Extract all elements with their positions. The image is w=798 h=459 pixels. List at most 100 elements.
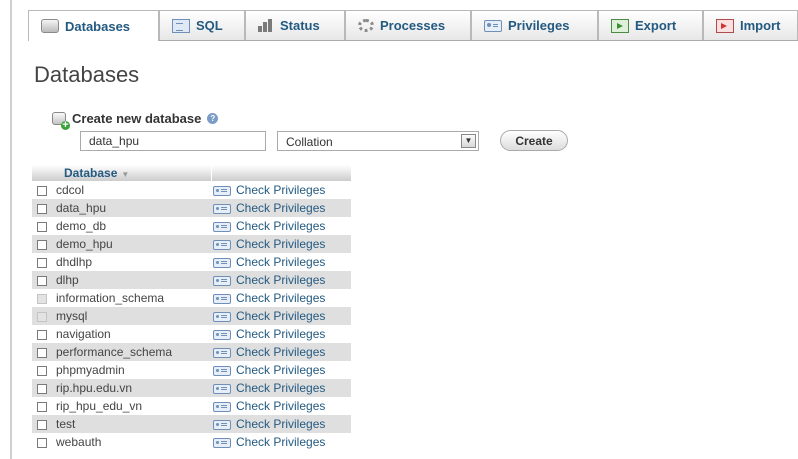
create-button[interactable]: Create <box>500 130 568 151</box>
database-name[interactable]: test <box>56 415 211 433</box>
privileges-icon <box>213 275 231 286</box>
tab-label: Databases <box>65 18 131 34</box>
create-database-text: Create new database <box>72 111 202 126</box>
check-privileges-link[interactable]: Check Privileges <box>211 415 351 433</box>
tab-privileges[interactable]: Privileges <box>471 10 598 40</box>
privileges-icon <box>213 311 231 322</box>
database-name[interactable]: rip_hpu_edu_vn <box>56 397 211 415</box>
table-row: performance_schema Check Privileges <box>32 343 351 361</box>
row-checkbox[interactable] <box>37 221 47 232</box>
table-row: test Check Privileges <box>32 415 351 433</box>
tab-label: Processes <box>380 18 446 33</box>
table-row: demo_hpu Check Privileges <box>32 235 351 253</box>
check-privileges-label: Check Privileges <box>236 417 326 431</box>
collation-selected-value: Collation <box>286 135 333 149</box>
chevron-down-icon[interactable]: ▼ <box>461 134 476 148</box>
table-row: data_hpu Check Privileges <box>32 199 351 217</box>
check-privileges-label: Check Privileges <box>236 273 326 287</box>
database-name[interactable]: dhdlhp <box>56 253 211 271</box>
check-privileges-link[interactable]: Check Privileges <box>211 199 351 217</box>
row-checkbox-cell <box>32 307 56 325</box>
database-name[interactable]: demo_db <box>56 217 211 235</box>
row-checkbox[interactable] <box>37 383 47 394</box>
left-divider <box>10 0 12 459</box>
check-privileges-link[interactable]: Check Privileges <box>211 181 351 199</box>
check-privileges-link[interactable]: Check Privileges <box>211 361 351 379</box>
table-row: rip.hpu.edu.vn Check Privileges <box>32 379 351 397</box>
database-name[interactable]: dlhp <box>56 271 211 289</box>
tab-label: SQL <box>196 18 223 33</box>
table-row: navigation Check Privileges <box>32 325 351 343</box>
row-checkbox-cell <box>32 253 56 271</box>
row-checkbox-cell <box>32 397 56 415</box>
tab-label: Export <box>635 18 677 33</box>
new-database-icon <box>52 112 70 130</box>
row-checkbox[interactable] <box>37 419 47 430</box>
check-privileges-link[interactable]: Check Privileges <box>211 307 351 325</box>
check-privileges-label: Check Privileges <box>236 399 326 413</box>
databases-table: Database ▼ cdcol Check Privileges data_hpu C… <box>32 165 351 451</box>
row-checkbox-cell <box>32 235 56 253</box>
check-privileges-link[interactable]: Check Privileges <box>211 217 351 235</box>
database-name[interactable]: navigation <box>56 325 211 343</box>
database-name[interactable]: information_schema <box>56 289 211 307</box>
check-privileges-link[interactable]: Check Privileges <box>211 433 351 451</box>
collation-select[interactable]: Collation ▼ <box>277 131 479 151</box>
row-checkbox[interactable] <box>37 401 47 412</box>
table-row: information_schema Check Privileges <box>32 289 351 307</box>
tab-databases[interactable]: Databases <box>28 10 159 41</box>
privileges-icon <box>213 329 231 340</box>
check-privileges-label: Check Privileges <box>236 327 326 341</box>
row-checkbox[interactable] <box>37 185 47 196</box>
database-name[interactable]: webauth <box>56 433 211 451</box>
database-name[interactable]: rip.hpu.edu.vn <box>56 379 211 397</box>
row-checkbox-cell <box>32 271 56 289</box>
check-privileges-link[interactable]: Check Privileges <box>211 343 351 361</box>
database-name[interactable]: cdcol <box>56 181 211 199</box>
tab-import[interactable]: Import <box>703 10 798 40</box>
check-privileges-label: Check Privileges <box>236 381 326 395</box>
privileges-icon <box>213 365 231 376</box>
row-checkbox[interactable] <box>37 365 47 376</box>
database-name[interactable]: performance_schema <box>56 343 211 361</box>
tab-export[interactable]: Export <box>598 10 703 40</box>
row-checkbox-cell <box>32 343 56 361</box>
row-checkbox[interactable] <box>37 203 47 214</box>
header-action <box>211 165 351 181</box>
row-checkbox[interactable] <box>37 329 47 340</box>
check-privileges-link[interactable]: Check Privileges <box>211 253 351 271</box>
check-privileges-link[interactable]: Check Privileges <box>211 397 351 415</box>
import-icon <box>716 18 734 33</box>
check-privileges-link[interactable]: Check Privileges <box>211 289 351 307</box>
check-privileges-link[interactable]: Check Privileges <box>211 271 351 289</box>
privileges-icon <box>213 347 231 358</box>
check-privileges-label: Check Privileges <box>236 219 326 233</box>
tab-processes[interactable]: Processes <box>345 10 471 40</box>
row-checkbox[interactable] <box>37 437 47 448</box>
row-checkbox[interactable] <box>37 275 47 286</box>
check-privileges-link[interactable]: Check Privileges <box>211 235 351 253</box>
database-name[interactable]: data_hpu <box>56 199 211 217</box>
privileges-icon <box>484 19 502 32</box>
row-checkbox[interactable] <box>37 347 47 358</box>
privileges-icon <box>213 401 231 412</box>
database-name-input[interactable] <box>80 131 266 151</box>
row-checkbox-cell <box>32 415 56 433</box>
check-privileges-link[interactable]: Check Privileges <box>211 379 351 397</box>
tab-status[interactable]: Status <box>245 10 345 40</box>
check-privileges-label: Check Privileges <box>236 183 326 197</box>
database-name[interactable]: mysql <box>56 307 211 325</box>
databases-table-body: cdcol Check Privileges data_hpu Check Privi… <box>32 181 351 451</box>
row-checkbox-cell <box>32 379 56 397</box>
table-header-row: Database ▼ <box>32 165 351 181</box>
check-privileges-link[interactable]: Check Privileges <box>211 325 351 343</box>
database-name[interactable]: phpmyadmin <box>56 361 211 379</box>
database-name[interactable]: demo_hpu <box>56 235 211 253</box>
help-icon[interactable]: ? <box>207 113 219 124</box>
header-database[interactable]: Database ▼ <box>56 165 212 181</box>
row-checkbox[interactable] <box>37 239 47 250</box>
row-checkbox-cell <box>32 217 56 235</box>
tab-sql[interactable]: SQL <box>159 10 245 40</box>
sql-icon <box>172 18 190 33</box>
row-checkbox[interactable] <box>37 257 47 268</box>
